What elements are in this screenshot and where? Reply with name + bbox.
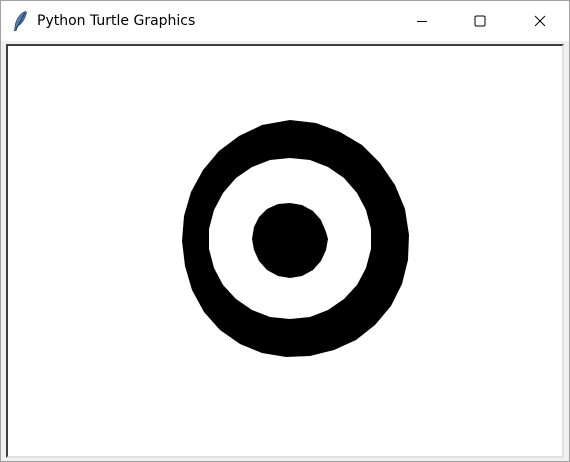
turtle-window: Python Turtle Graphics <box>0 0 570 462</box>
maximize-button[interactable] <box>457 1 503 41</box>
minimize-icon <box>417 21 427 22</box>
maximize-icon <box>474 15 486 27</box>
title-bar[interactable]: Python Turtle Graphics <box>1 1 569 41</box>
turtle-canvas[interactable] <box>6 44 564 458</box>
turtle-drawing <box>182 120 409 357</box>
window-title: Python Turtle Graphics <box>37 13 196 29</box>
minimize-button[interactable] <box>399 1 445 41</box>
close-icon <box>534 15 546 27</box>
close-button[interactable] <box>517 1 563 41</box>
feather-icon <box>14 11 27 32</box>
